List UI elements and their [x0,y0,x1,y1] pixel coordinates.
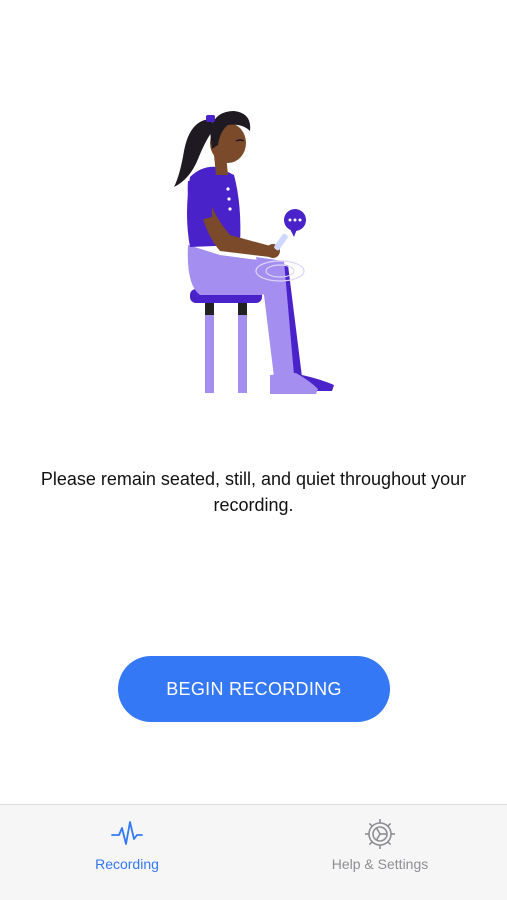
gear-icon [365,819,395,849]
instruction-text: Please remain seated, still, and quiet t… [40,469,467,515]
tab-help-settings[interactable]: Help & Settings [290,817,470,879]
begin-recording-button[interactable]: BEGIN RECORDING [118,656,390,722]
recording-screen: Please remain seated, still, and quiet t… [0,0,507,900]
heartbeat-icon [111,821,143,845]
tab-recording[interactable]: Recording [37,817,217,879]
tab-bar: Recording Help & Settings [0,804,507,900]
tab-recording-label: Recording [95,856,159,872]
seated-person-illustration [174,111,334,394]
tab-help-settings-label: Help & Settings [331,856,429,872]
